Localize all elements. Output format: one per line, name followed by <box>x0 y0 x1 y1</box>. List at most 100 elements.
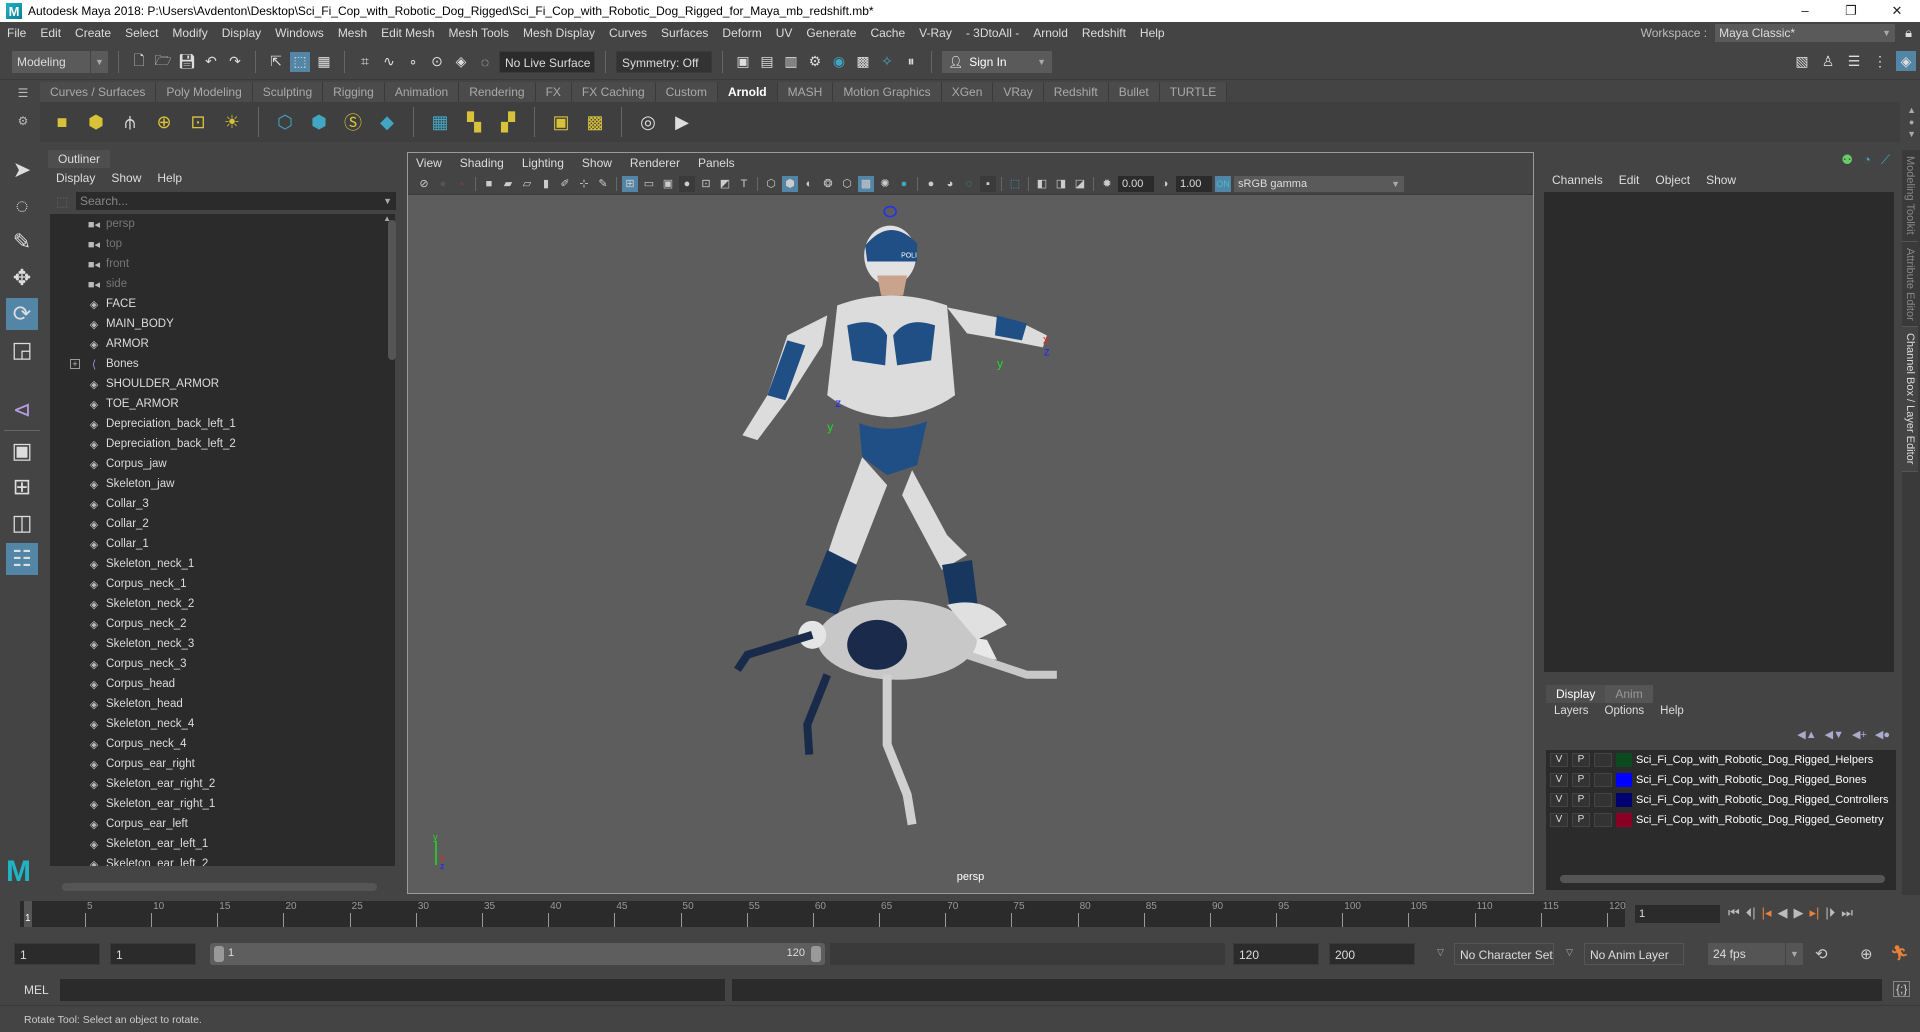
snap-surface-icon[interactable]: ◈ <box>451 52 471 72</box>
xray-joints-icon[interactable]: ◧ <box>1034 176 1050 192</box>
go-to-start-icon[interactable]: ⏮︎ <box>1728 905 1740 921</box>
layer-menu-help[interactable]: Help <box>1660 705 1684 717</box>
outliner-item[interactable]: ◈ Skeleton_neck_1 <box>50 554 395 574</box>
outliner-item[interactable]: ◈ Skeleton_neck_2 <box>50 594 395 614</box>
shadows-icon[interactable]: ● <box>896 176 912 192</box>
annotate-icon[interactable]: ✎ <box>595 176 611 192</box>
menu-select[interactable]: Select <box>118 22 165 44</box>
viewport-scene[interactable]: POLI z y x z y <box>408 195 1533 895</box>
go-to-end-icon[interactable]: ⏭︎ <box>1841 905 1853 921</box>
viewport-menu-shading[interactable]: Shading <box>460 156 504 170</box>
menu-3dtoall[interactable]: - 3DtoAll - <box>959 22 1026 44</box>
mel-label[interactable]: MEL <box>24 983 49 997</box>
outliner-item[interactable]: ◈ Skeleton_neck_3 <box>50 634 395 654</box>
menu-mesh[interactable]: Mesh <box>331 22 374 44</box>
outliner-item[interactable]: + ⟨ Bones <box>50 354 395 374</box>
outliner-menu-help[interactable]: Help <box>157 171 182 185</box>
export-standin-icon[interactable]: ⬢ <box>305 108 333 136</box>
curve-collector-icon[interactable]: Ⓢ <box>339 108 367 136</box>
outliner-item[interactable]: ■◂ side <box>50 274 395 294</box>
lock-icon[interactable]: 🔒︎ <box>1905 25 1912 41</box>
menu-surfaces[interactable]: Surfaces <box>654 22 715 44</box>
paint-select-tool-icon[interactable]: ✎ <box>6 226 38 258</box>
gamma-field[interactable]: 1.00 <box>1176 175 1212 192</box>
two-view-icon[interactable]: ◫ <box>6 507 38 539</box>
channel-menu-edit[interactable]: Edit <box>1619 173 1640 187</box>
range-start-handle[interactable] <box>214 946 224 962</box>
scene-start-field[interactable]: 1 <box>14 943 100 965</box>
minimize-button[interactable]: – <box>1782 0 1828 22</box>
outliner-item[interactable]: ◈ Skeleton_jaw <box>50 474 395 494</box>
outliner-search-input[interactable]: Search... <box>76 192 396 210</box>
shader-ball-icon[interactable]: ▣ <box>547 108 575 136</box>
single-view-icon[interactable]: ▣ <box>6 435 38 467</box>
loop-icon[interactable]: ⟲ <box>1815 945 1828 963</box>
open-scene-icon[interactable]: 🗁 <box>153 52 173 72</box>
layer-row[interactable]: V P Sci_Fi_Cop_with_Robotic_Dog_Rigged_Bon… <box>1546 770 1896 790</box>
playback-toggle[interactable]: P <box>1572 793 1590 807</box>
xray-active-icon[interactable]: ◨ <box>1053 176 1069 192</box>
flush-textures-icon[interactable]: ▞ <box>494 108 522 136</box>
grid-icon[interactable]: ⊞ <box>622 175 638 192</box>
undo-icon[interactable]: ↶ <box>201 52 221 72</box>
hyper-icon[interactable]: ⟋ <box>1881 152 1890 168</box>
lock-camera-icon[interactable]: ▰ <box>500 176 516 192</box>
character-controls-icon[interactable]: ♙ <box>1818 51 1838 71</box>
tx-manager-icon[interactable]: ▚ <box>460 108 488 136</box>
move-tool-icon[interactable]: ✥ <box>6 262 38 294</box>
outliner-item[interactable]: ◈ FACE <box>50 294 395 314</box>
use-all-lights-icon[interactable]: ✺ <box>877 176 893 192</box>
shelf-tab-mash[interactable]: MASH <box>777 82 834 102</box>
shelf-tab-custom[interactable]: Custom <box>655 82 718 102</box>
auto-key-icon[interactable]: ⊕ <box>1860 945 1873 963</box>
layer-color-swatch[interactable] <box>1616 753 1632 767</box>
layer-row[interactable]: V P Sci_Fi_Cop_with_Robotic_Dog_Rigged_Geo… <box>1546 810 1896 830</box>
smooth-shade-icon[interactable]: ⬢ <box>782 175 798 192</box>
shelf-tab-arnold[interactable]: Arnold <box>717 82 778 102</box>
outliner-item[interactable]: ◈ Collar_3 <box>50 494 395 514</box>
shelf-tab-bullet[interactable]: Bullet <box>1108 82 1160 102</box>
outliner-item[interactable]: ◈ Collar_2 <box>50 514 395 534</box>
select-object-icon[interactable]: ⬚ <box>290 51 310 72</box>
safe-title-icon[interactable]: T <box>736 176 752 192</box>
menu-modify[interactable]: Modify <box>165 22 214 44</box>
menu-help[interactable]: Help <box>1133 22 1172 44</box>
viewport-menu-panels[interactable]: Panels <box>698 156 735 170</box>
shelf-tab-xgen[interactable]: XGen <box>941 82 994 102</box>
outliner-menu-show[interactable]: Show <box>111 171 141 185</box>
menu-deform[interactable]: Deform <box>715 22 768 44</box>
workspace-dropdown[interactable]: Maya Classic* <box>1715 24 1896 42</box>
layer-color-swatch[interactable] <box>1616 793 1632 807</box>
visibility-toggle[interactable]: V <box>1550 813 1568 827</box>
pause-icon[interactable]: ⏸︎ <box>901 52 921 72</box>
layer-row[interactable]: V P Sci_Fi_Cop_with_Robotic_Dog_Rigged_Hel… <box>1546 750 1896 770</box>
outliner-item[interactable]: ◈ TOE_ARMOR <box>50 394 395 414</box>
playback-toggle[interactable]: P <box>1572 773 1590 787</box>
four-view-icon[interactable]: ⊞ <box>6 471 38 503</box>
isolate-select-icon[interactable]: ⬚ <box>1007 176 1023 192</box>
outliner-item[interactable]: ◈ Skeleton_ear_right_2 <box>50 774 395 794</box>
play-forwards-icon[interactable]: ▶ <box>1794 905 1804 921</box>
symmetry-field[interactable]: Symmetry: Off <box>616 50 712 73</box>
outliner-item[interactable]: ◈ MAIN_BODY <box>50 314 395 334</box>
script-editor-icon[interactable]: {;} <box>1893 981 1911 997</box>
outliner-item[interactable]: ◈ Collar_1 <box>50 534 395 554</box>
display-type-toggle[interactable] <box>1594 753 1612 767</box>
outliner-item[interactable]: ◈ Corpus_neck_1 <box>50 574 395 594</box>
shelf-tab-motion-graphics[interactable]: Motion Graphics <box>833 82 942 102</box>
sign-in-button[interactable]: 👤︎ Sign In ▼ <box>942 50 1052 73</box>
light-portal-icon[interactable]: ⊡ <box>184 108 212 136</box>
rotate-tool-icon[interactable]: ⟳ <box>6 298 38 330</box>
menu-edit-mesh[interactable]: Edit Mesh <box>374 22 441 44</box>
menu-mesh-display[interactable]: Mesh Display <box>516 22 602 44</box>
scene-end-field[interactable]: 200 <box>1329 943 1415 965</box>
exposure-field[interactable]: 0.00 <box>1118 175 1154 192</box>
manipulator-icon[interactable]: ⚉ <box>1841 152 1853 168</box>
ipr-render-icon[interactable]: ▥ <box>781 52 801 72</box>
anim-layer-arrow-icon[interactable]: ▽ <box>1566 947 1573 958</box>
menu-cache[interactable]: Cache <box>863 22 912 44</box>
step-forward-key-icon[interactable]: |⏵︎ <box>1825 905 1835 921</box>
render-setup-icon[interactable]: ▩ <box>853 52 873 72</box>
snap-view-icon[interactable]: ⊙ <box>427 52 447 72</box>
outliner-item[interactable]: ◈ SHOULDER_ARMOR <box>50 374 395 394</box>
